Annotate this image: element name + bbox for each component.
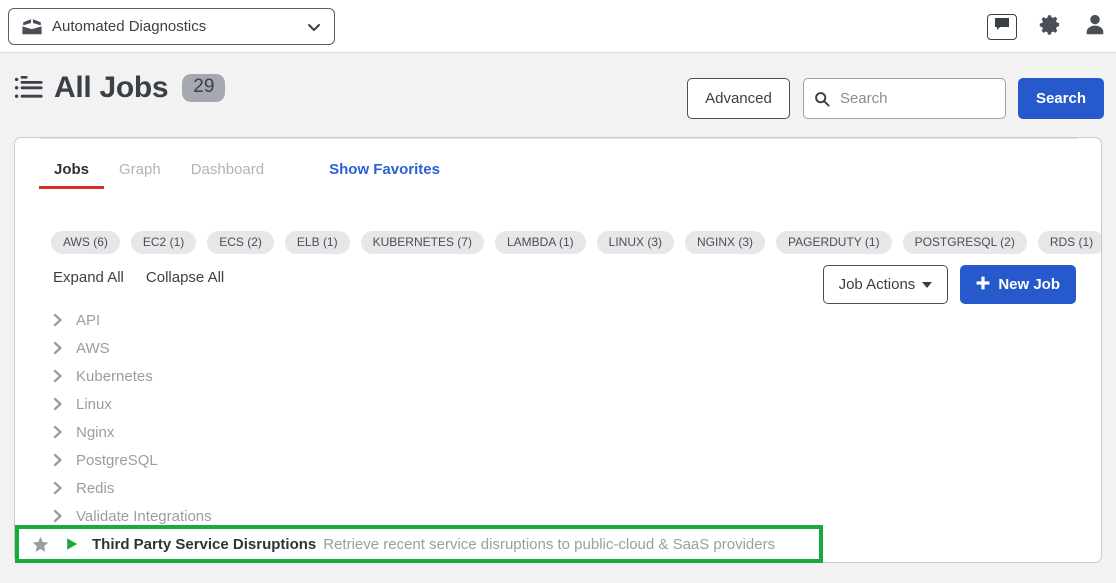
account-button[interactable] [1084, 13, 1106, 41]
chevron-right-icon [53, 425, 65, 439]
chevron-right-icon [53, 453, 65, 467]
organization-name: Automated Diagnostics [52, 18, 207, 35]
plus-icon [976, 276, 990, 294]
chevron-right-icon [53, 341, 65, 355]
tree-group-linux[interactable]: Linux [53, 390, 1053, 418]
new-job-button[interactable]: New Job [960, 265, 1076, 304]
tree-group-api[interactable]: API [53, 306, 1053, 334]
page-title: All Jobs [54, 71, 169, 104]
tag-pill[interactable]: PAGERDUTY (1) [776, 231, 892, 254]
highlighted-job-row[interactable]: Third Party Service Disruptions Retrieve… [15, 525, 823, 563]
tab-jobs[interactable]: Jobs [39, 161, 105, 189]
chevron-right-icon [53, 313, 65, 327]
tag-pill[interactable]: KUBERNETES (7) [360, 231, 484, 254]
page-header: All Jobs 29 Advanced Search [0, 53, 1116, 137]
job-name: Third Party Service Disruptions [92, 535, 317, 553]
tab-dashboard[interactable]: Dashboard [176, 161, 279, 188]
tag-pill[interactable]: ELB (1) [284, 231, 350, 254]
panel-tabs: Jobs Graph Dashboard Show Favorites [39, 161, 452, 189]
tag-pill[interactable]: LINUX (3) [596, 231, 674, 254]
chat-button[interactable] [987, 13, 1017, 40]
settings-button[interactable] [1039, 13, 1062, 41]
job-count-badge: 29 [182, 74, 226, 102]
expand-all-link[interactable]: Expand All [53, 269, 124, 286]
search-input[interactable] [837, 89, 995, 108]
chevron-right-icon [53, 509, 65, 523]
new-job-label: New Job [998, 276, 1060, 293]
job-description: Retrieve recent service disruptions to p… [323, 535, 776, 553]
organization-selector[interactable]: Automated Diagnostics [8, 8, 335, 45]
star-icon[interactable] [32, 536, 49, 553]
caret-down-icon [922, 281, 933, 288]
play-triangle-icon[interactable] [65, 537, 79, 551]
page-title-group: All Jobs 29 [14, 71, 226, 105]
show-favorites-link[interactable]: Show Favorites [317, 161, 452, 188]
task-list-icon [14, 75, 44, 101]
tree-group-redis[interactable]: Redis [53, 474, 1053, 502]
top-navigation-bar: Automated Diagnostics [0, 0, 1116, 53]
tag-pill[interactable]: AWS (6) [51, 231, 120, 254]
jobs-panel: Jobs Graph Dashboard Show Favorites AWS … [14, 137, 1102, 563]
tree-group-label: AWS [76, 339, 110, 357]
tree-group-label: Linux [76, 395, 112, 413]
tag-pill[interactable]: LAMBDA (1) [494, 231, 586, 254]
chevron-right-icon [53, 481, 65, 495]
tag-pill[interactable]: EC2 (1) [130, 231, 197, 254]
tree-group-label: Validate Integrations [76, 507, 212, 525]
chevron-down-icon [306, 19, 322, 35]
tree-group-label: Nginx [76, 423, 115, 441]
user-icon [1084, 13, 1106, 41]
tab-graph[interactable]: Graph [104, 161, 176, 188]
job-group-tree: API AWS Kubernetes Linux Nginx PostgreSQ… [53, 306, 1053, 530]
top-bar-actions [987, 0, 1106, 53]
tree-group-nginx[interactable]: Nginx [53, 418, 1053, 446]
search-submit-button[interactable]: Search [1017, 78, 1104, 119]
job-action-buttons: Job Actions New Job [822, 265, 1076, 304]
chevron-right-icon [53, 397, 65, 411]
search-field-wrapper[interactable] [802, 78, 1006, 119]
tree-group-aws[interactable]: AWS [53, 334, 1053, 362]
tag-pill[interactable]: POSTGRESQL (2) [902, 231, 1027, 254]
job-actions-dropdown[interactable]: Job Actions [822, 265, 949, 304]
search-controls: Advanced Search [686, 78, 1104, 119]
tag-pill[interactable]: NGINX (3) [685, 231, 766, 254]
gear-icon [1039, 13, 1062, 41]
tag-pill[interactable]: ECS (2) [207, 231, 274, 254]
tree-controls: Expand All Collapse All [53, 269, 224, 286]
tree-group-label: Kubernetes [76, 367, 153, 385]
tag-filter-list: AWS (6) EC2 (1) ECS (2) ELB (1) KUBERNET… [51, 231, 1101, 254]
tree-group-label: API [76, 311, 101, 329]
chat-bubble-icon [994, 17, 1010, 36]
tabs-divider [39, 138, 1078, 139]
tree-group-label: PostgreSQL [76, 451, 158, 469]
chevron-right-icon [53, 369, 65, 383]
box-open-icon [21, 16, 43, 38]
tree-group-postgresql[interactable]: PostgreSQL [53, 446, 1053, 474]
advanced-search-button[interactable]: Advanced [686, 78, 790, 119]
tree-group-label: Redis [76, 479, 115, 497]
search-icon [814, 91, 830, 107]
job-actions-label: Job Actions [838, 276, 916, 293]
collapse-all-link[interactable]: Collapse All [146, 269, 224, 286]
tree-group-kubernetes[interactable]: Kubernetes [53, 362, 1053, 390]
tag-pill[interactable]: RDS (1) [1037, 231, 1101, 254]
